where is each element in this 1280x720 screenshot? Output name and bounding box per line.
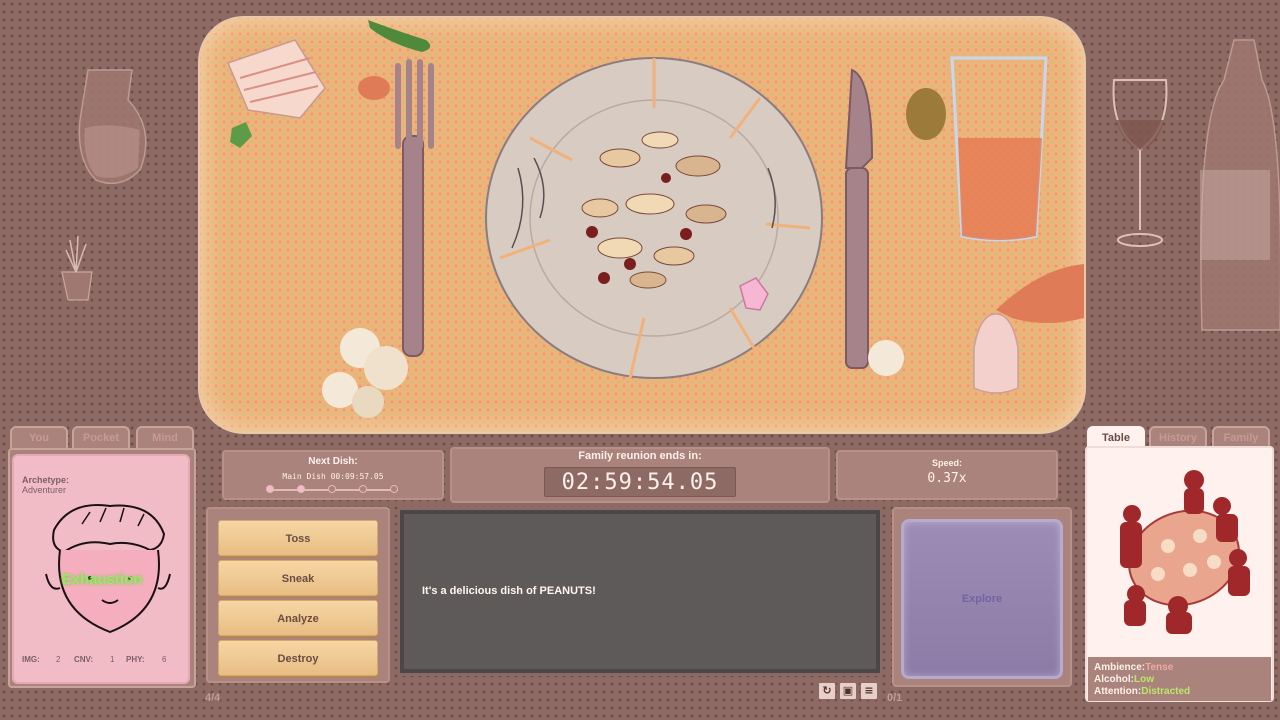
broken-plate-icon <box>485 57 823 379</box>
dialog-text: It's a delicious dish of PEANUTS! <box>422 585 596 597</box>
right-decor <box>1112 39 1280 331</box>
next-dish-title: Next Dish: <box>308 456 358 467</box>
explore-count: 0/1 <box>887 692 903 704</box>
destroy-button[interactable]: Destroy <box>218 640 378 676</box>
progress-dot <box>328 485 336 493</box>
stat-cnv-value: 1 <box>110 655 115 664</box>
reunion-title: Family reunion ends in: <box>578 450 702 462</box>
progress-dot <box>359 485 367 493</box>
dinner-table-scene[interactable] <box>200 18 1084 432</box>
tab-pocket[interactable]: Pocket <box>72 426 130 450</box>
cauliflower-icon <box>322 328 408 418</box>
ambience-line: Ambience:Tense <box>1094 662 1173 673</box>
archetype-label: Archetype: <box>22 475 70 485</box>
left-decor <box>61 69 147 301</box>
speed-title: Speed: <box>931 458 962 468</box>
ambience-label: Ambience: <box>1094 662 1146 673</box>
attention-label: Attention: <box>1094 686 1142 697</box>
archetype-value: Adventurer <box>22 485 67 495</box>
stat-img-label: IMG: <box>22 655 40 664</box>
progress-dot <box>390 485 398 493</box>
ambience-value: Tense <box>1145 662 1174 673</box>
analyze-button[interactable]: Analyze <box>218 600 378 636</box>
alcohol-line: Alcohol:Low <box>1094 674 1154 685</box>
knife-icon <box>844 68 874 369</box>
family-table-illustration <box>1120 470 1250 634</box>
progress-dot <box>297 485 305 493</box>
status-effect-label: Exhaustion <box>61 571 143 588</box>
alcohol-value: Low <box>1134 674 1154 685</box>
plant-pot-icon <box>61 271 93 301</box>
speed-value[interactable]: 0.37x <box>836 471 1058 486</box>
menu-icon[interactable]: ≡ <box>860 682 878 700</box>
sneak-button[interactable]: Sneak <box>218 560 378 596</box>
stat-img-value: 2 <box>56 655 61 664</box>
stat-phy-value: 6 <box>162 655 167 664</box>
salt-shaker-icon <box>973 313 1019 394</box>
stat-cnv-label: CNV: <box>74 655 94 664</box>
attention-value: Distracted <box>1141 686 1191 697</box>
tab-mind[interactable]: Mind <box>136 426 194 450</box>
napkin-icon <box>226 39 326 119</box>
save-icon[interactable]: ▣ <box>839 682 857 700</box>
tab-you[interactable]: You <box>10 426 68 450</box>
reunion-timer: 02:59:54.05 <box>544 467 736 497</box>
green-bean-icon <box>368 20 431 52</box>
actions-count: 4/4 <box>205 692 221 704</box>
alcohol-label: Alcohol: <box>1094 674 1134 685</box>
next-dish-line: Main Dish 00:09:57.05 <box>282 472 384 481</box>
restart-icon[interactable]: ↻ <box>818 682 836 700</box>
glass-icon <box>950 56 1048 242</box>
fork-icon <box>395 59 434 357</box>
explore-button[interactable]: Explore <box>901 519 1063 679</box>
stat-phy-label: PHY: <box>126 655 145 664</box>
toss-button[interactable]: Toss <box>218 520 378 556</box>
progress-dot <box>266 485 274 493</box>
attention-line: Attention:Distracted <box>1094 686 1190 697</box>
